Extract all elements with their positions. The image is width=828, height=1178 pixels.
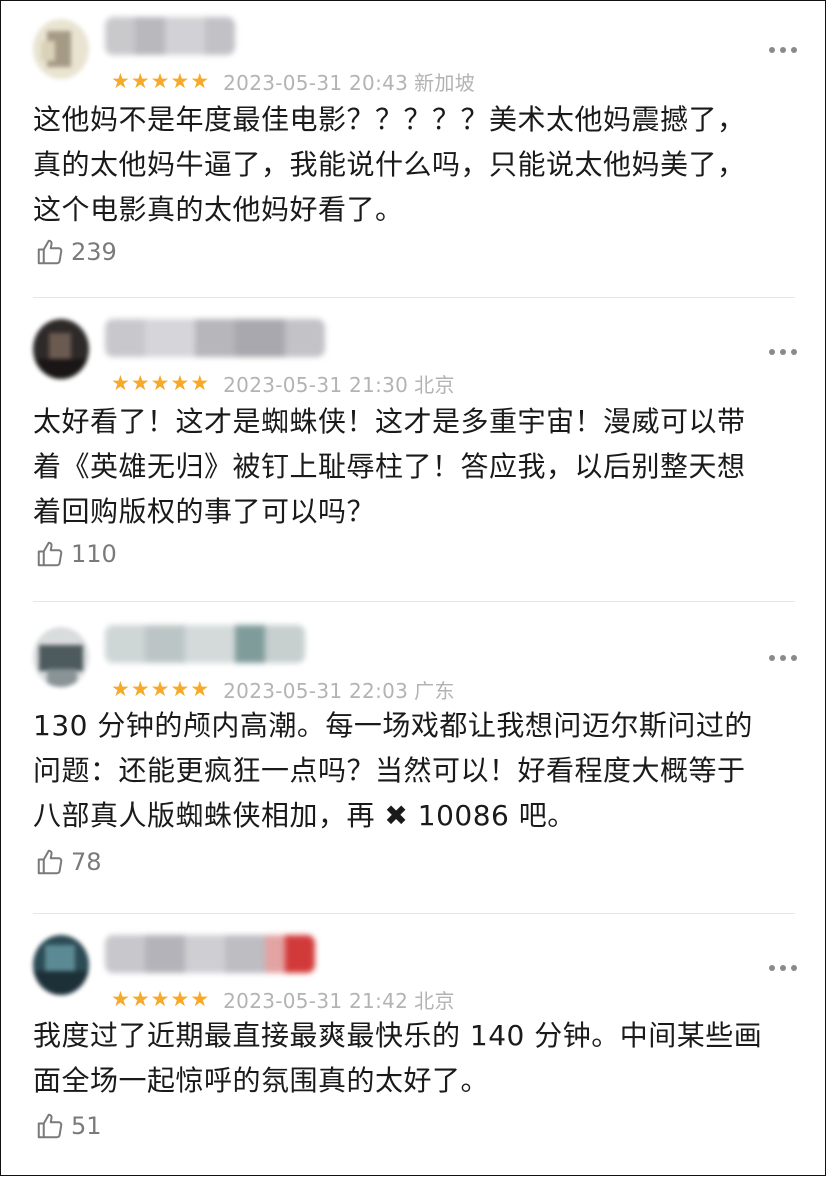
star-icon: ★ <box>111 986 130 1011</box>
star-icon: ★ <box>170 986 190 1011</box>
review-text: 太好看了！这才是蜘蛛侠！这才是多重宇宙！漫威可以带 着《英雄无归》被钉上耻辱柱了… <box>33 405 746 528</box>
star-icon: ★ <box>190 370 210 395</box>
thumbs-up-icon <box>37 1113 63 1139</box>
like-count: 239 <box>71 238 117 266</box>
review-list: ★ ★ ★ ★ ★ 2023-05-31 20:43 新加坡 这他妈不是年度最佳电影？？？… <box>0 0 826 1176</box>
review-meta: ★ ★ ★ ★ ★ 2023-05-31 21:30 北京 <box>111 369 455 397</box>
like-count: 78 <box>71 848 102 876</box>
star-icon: ★ <box>130 986 150 1011</box>
star-rating: ★ ★ ★ ★ ★ <box>111 986 210 1011</box>
review-location: 北京 <box>414 988 455 1013</box>
review-location: 北京 <box>414 372 455 397</box>
star-icon: ★ <box>190 68 210 93</box>
avatar[interactable] <box>33 935 89 995</box>
more-dots-icon[interactable] <box>769 47 797 53</box>
review-location: 新加坡 <box>414 70 476 95</box>
username-blurred[interactable] <box>105 935 315 973</box>
review-location: 广东 <box>414 678 455 703</box>
like-count: 51 <box>71 1112 102 1140</box>
star-icon: ★ <box>150 986 170 1011</box>
star-icon: ★ <box>190 676 210 701</box>
username-blurred[interactable] <box>105 17 235 55</box>
star-rating: ★ ★ ★ ★ ★ <box>111 370 210 395</box>
username-blurred[interactable] <box>105 625 305 663</box>
divider <box>33 913 795 914</box>
star-icon: ★ <box>111 676 130 701</box>
more-dots-icon[interactable] <box>769 965 797 971</box>
star-icon: ★ <box>170 68 190 93</box>
like-button[interactable]: 110 <box>35 539 117 569</box>
avatar[interactable] <box>33 627 89 687</box>
divider <box>33 601 795 602</box>
review-text: 这他妈不是年度最佳电影？？？？？美术太他妈震撼了， 真的太他妈牛逼了，我能说什么… <box>33 103 746 226</box>
review-date: 2023-05-31 22:03 <box>223 678 409 703</box>
like-count: 110 <box>71 540 117 568</box>
review-meta: ★ ★ ★ ★ ★ 2023-05-31 21:42 北京 <box>111 985 455 1013</box>
star-icon: ★ <box>170 676 190 701</box>
star-rating: ★ ★ ★ ★ ★ <box>111 676 210 701</box>
review-meta: ★ ★ ★ ★ ★ 2023-05-31 22:03 广东 <box>111 675 455 703</box>
thumbs-up-icon <box>37 849 63 875</box>
star-icon: ★ <box>111 68 130 93</box>
review-date: 2023-05-31 21:42 <box>223 988 409 1013</box>
star-icon: ★ <box>130 370 150 395</box>
like-button[interactable]: 239 <box>35 237 117 267</box>
star-icon: ★ <box>190 986 210 1011</box>
review-text: 我度过了近期最直接最爽最快乐的 140 分钟。中间某些画 面全场一起惊呼的氛围真… <box>33 1019 763 1097</box>
review-date: 2023-05-31 21:30 <box>223 372 409 397</box>
avatar[interactable] <box>33 19 89 79</box>
more-dots-icon[interactable] <box>769 655 797 661</box>
username-blurred[interactable] <box>105 319 325 357</box>
star-icon: ★ <box>130 68 150 93</box>
star-icon: ★ <box>150 676 170 701</box>
star-icon: ★ <box>150 68 170 93</box>
divider <box>33 297 795 298</box>
review-text: 130 分钟的颅内高潮。每一场戏都让我想问迈尔斯问过的 问题：还能更疯狂一点吗？… <box>33 709 753 832</box>
star-icon: ★ <box>170 370 190 395</box>
more-dots-icon[interactable] <box>769 349 797 355</box>
review-date: 2023-05-31 20:43 <box>223 70 409 95</box>
star-icon: ★ <box>150 370 170 395</box>
star-icon: ★ <box>130 676 150 701</box>
like-button[interactable]: 51 <box>35 1111 102 1141</box>
thumbs-up-icon <box>37 541 63 567</box>
like-button[interactable]: 78 <box>35 847 102 877</box>
thumbs-up-icon <box>37 239 63 265</box>
review-meta: ★ ★ ★ ★ ★ 2023-05-31 20:43 新加坡 <box>111 67 475 95</box>
star-icon: ★ <box>111 370 130 395</box>
avatar[interactable] <box>33 319 89 379</box>
star-rating: ★ ★ ★ ★ ★ <box>111 68 210 93</box>
